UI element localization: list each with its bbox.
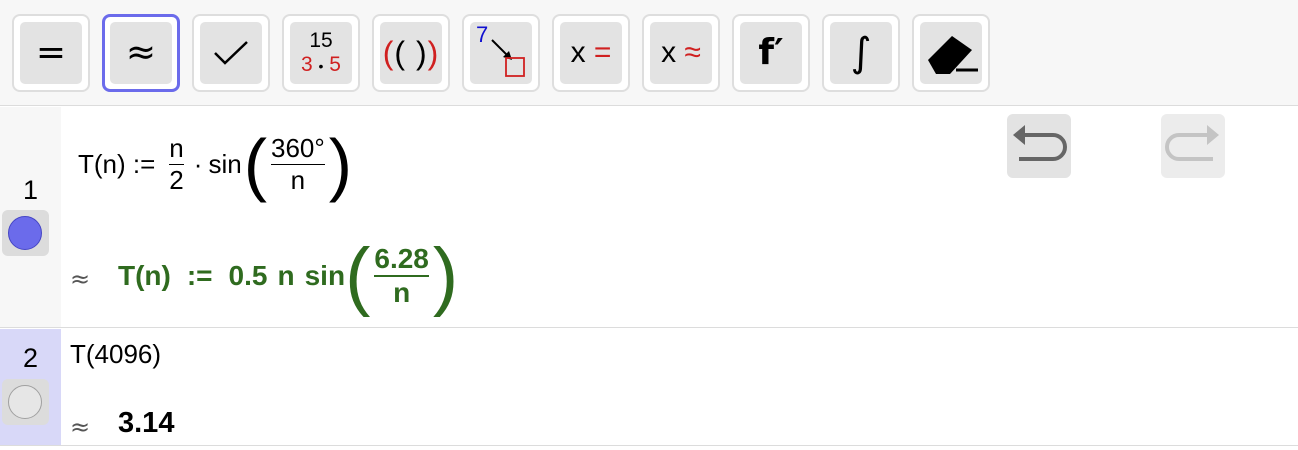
factor-icon-top: 15 <box>309 28 333 52</box>
fraction-denominator: n <box>393 277 411 308</box>
checkmark-icon <box>214 41 248 65</box>
row-2-input[interactable]: T(4096) <box>70 339 161 370</box>
cas-row-1[interactable]: 1 T(n) := n 2 · sin ( 360° n ) ≈ T(n) :=… <box>0 107 1298 328</box>
right-paren: ) <box>432 233 459 318</box>
right-paren: ) <box>328 125 353 203</box>
numeric-button[interactable]: ≈ <box>102 14 180 92</box>
output-coefficient: 0.5 <box>228 260 268 291</box>
cas-toolbar: = ≈ 15 3 • 5 (( )) 7 x = x ≈ f′ ∫ <box>0 0 1298 106</box>
factor-icon-bottom: 3 • 5 <box>301 53 341 78</box>
fraction: n 2 <box>169 132 184 196</box>
output-lhs: T(n) <box>118 260 171 291</box>
row-1-input[interactable]: T(n) := n 2 · sin ( 360° n ) <box>78 123 352 205</box>
output-variable: n <box>277 260 295 291</box>
undo-button[interactable] <box>1007 114 1071 178</box>
solve-button[interactable]: x = <box>552 14 630 92</box>
nsolve-x: x <box>661 36 677 69</box>
row-2-output: 3.14 <box>118 407 174 440</box>
substitute-arrow-icon <box>491 39 525 77</box>
row-number: 1 <box>22 175 39 205</box>
integral-icon: ∫ <box>850 30 872 76</box>
input-lhs: T(n) := <box>78 148 156 179</box>
factor-button[interactable]: 15 3 • 5 <box>282 14 360 92</box>
approx-icon: ≈ <box>125 32 157 73</box>
derivative-button[interactable]: f′ <box>732 14 810 92</box>
solve-icon: x = <box>571 36 612 70</box>
approx-marker: ≈ <box>70 265 91 293</box>
output-function: sin <box>304 260 346 291</box>
redo-icon <box>1165 125 1219 161</box>
cas-row-2[interactable]: 2 T(4096) ≈ 3.14 <box>0 329 1298 446</box>
factor-right: 5 <box>329 52 341 76</box>
substitute-button[interactable]: 7 <box>462 14 540 92</box>
eraser-icon <box>928 36 978 74</box>
approx-marker: ≈ <box>70 413 91 441</box>
function-name: sin <box>208 148 242 179</box>
redo-button[interactable] <box>1161 114 1225 178</box>
solve-numerically-button[interactable]: x ≈ <box>642 14 720 92</box>
output-value: 3.14 <box>118 407 175 439</box>
keep-input-button[interactable] <box>192 14 270 92</box>
hidden-circle-icon <box>8 385 42 419</box>
expand-icon: (( )) <box>382 34 440 71</box>
solve-eq: = <box>593 36 612 69</box>
delete-button[interactable] <box>912 14 990 92</box>
fraction: 6.28 n <box>374 243 429 309</box>
output-assign: := <box>186 260 213 291</box>
factor-dot: • <box>318 57 324 74</box>
equals-icon: = <box>35 32 67 73</box>
factor-left: 3 <box>301 52 313 76</box>
integral-button[interactable]: ∫ <box>822 14 900 92</box>
row-1-output: T(n) := 0.5 n sin ( 6.28 n ) <box>118 233 458 319</box>
left-paren: ( <box>345 233 371 318</box>
visible-circle-icon <box>8 216 42 250</box>
fraction-denominator: 2 <box>169 164 184 195</box>
fraction-numerator: n <box>169 132 184 163</box>
fraction-numerator: 6.28 <box>374 243 429 274</box>
undo-icon <box>1013 125 1067 161</box>
fraction-numerator: 360° <box>271 132 325 163</box>
left-paren: ( <box>243 125 267 203</box>
fraction-denominator: n <box>290 164 306 195</box>
nsolve-icon: x ≈ <box>661 36 701 70</box>
row-number: 2 <box>22 343 39 373</box>
nsolve-approx: ≈ <box>684 36 701 69</box>
multiply-dot: · <box>193 148 203 179</box>
expand-button[interactable]: (( )) <box>372 14 450 92</box>
input-text: T(4096) <box>70 339 162 369</box>
derivative-icon: f′ <box>758 32 784 73</box>
fraction: 360° n <box>271 133 325 196</box>
visibility-toggle[interactable] <box>2 210 49 256</box>
solve-x: x <box>570 36 586 69</box>
evaluate-button[interactable]: = <box>12 14 90 92</box>
visibility-toggle[interactable] <box>2 379 49 425</box>
